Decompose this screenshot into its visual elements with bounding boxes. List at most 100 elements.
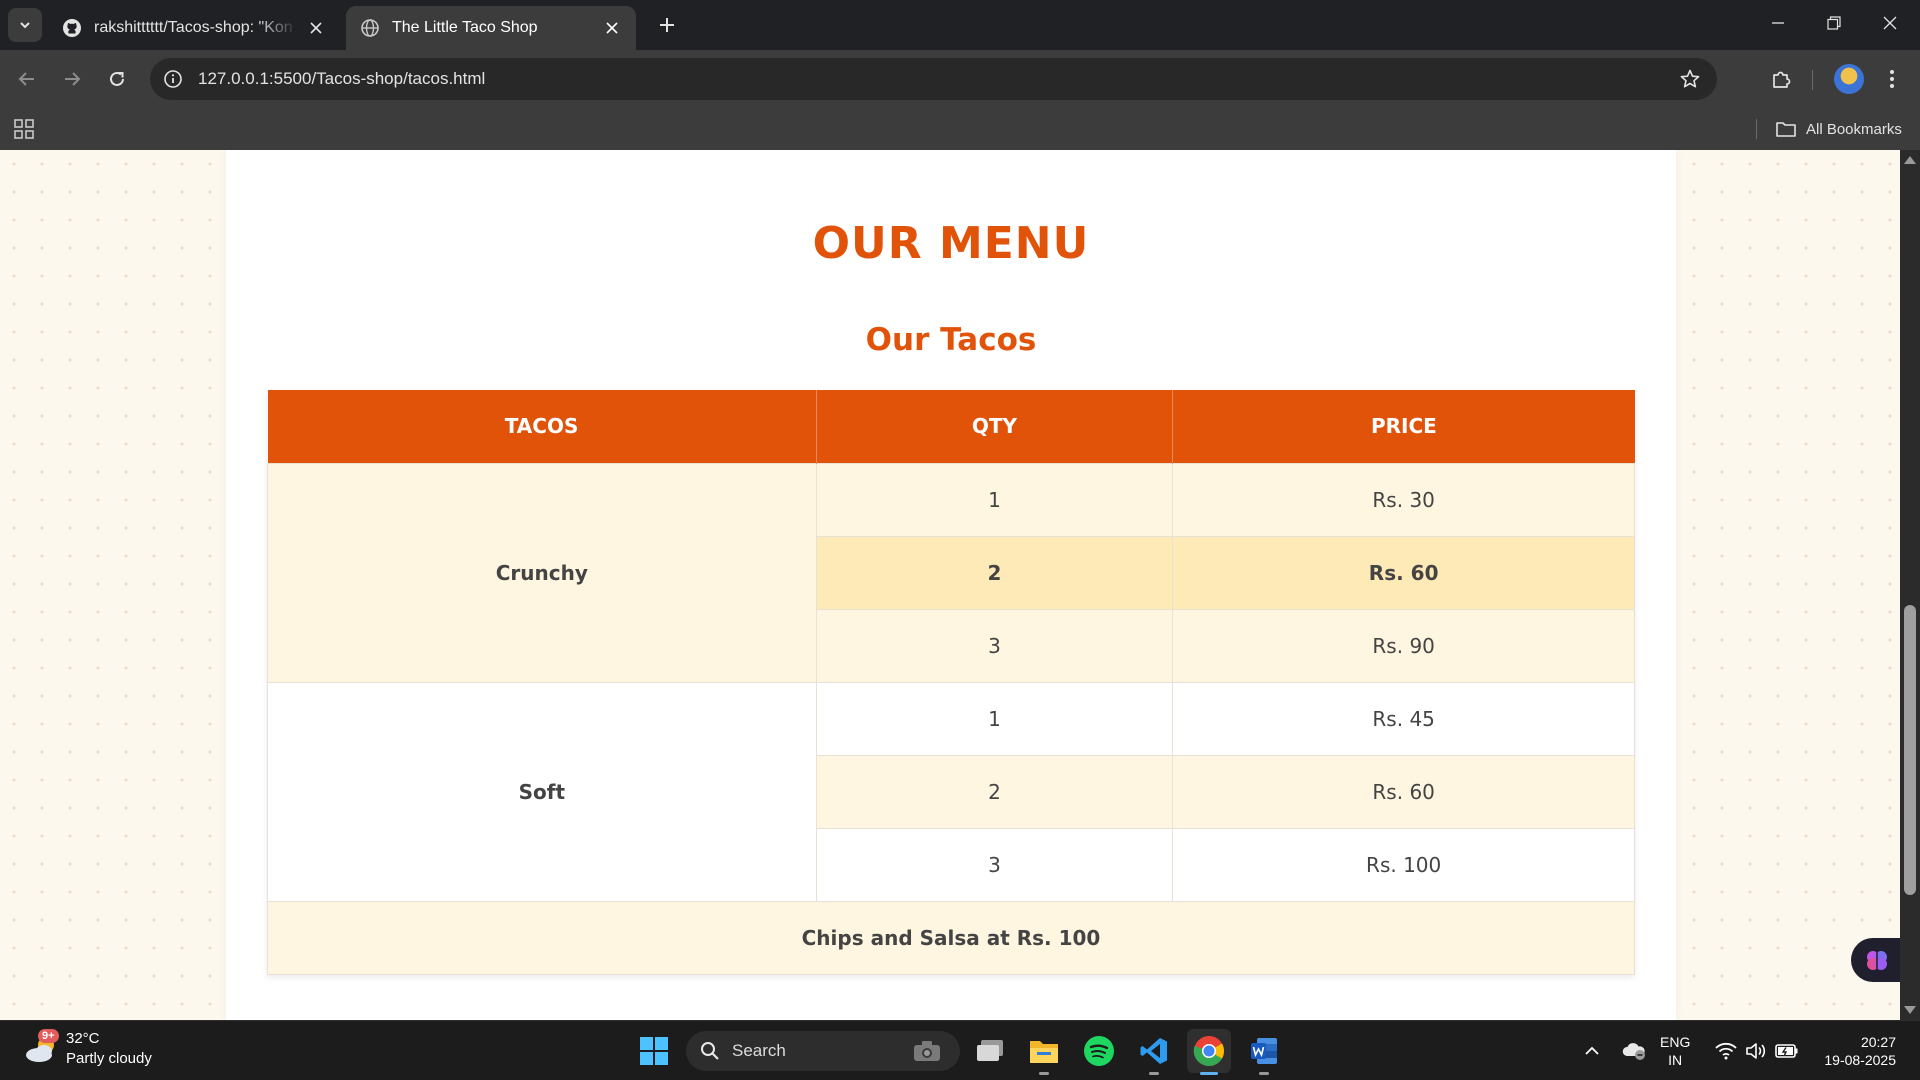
minimize-button[interactable]	[1750, 0, 1806, 46]
wifi-tray-button[interactable]	[1712, 1021, 1740, 1080]
all-bookmarks-button[interactable]: All Bookmarks	[1776, 116, 1902, 142]
back-button[interactable]	[9, 61, 45, 97]
reload-button[interactable]	[99, 61, 135, 97]
table-header-row: TACOS QTY PRICE	[267, 390, 1635, 463]
profile-avatar[interactable]	[1834, 64, 1864, 94]
table-row: Soft 1 Rs. 45	[267, 681, 1635, 902]
floating-extension-button[interactable]	[1851, 938, 1903, 982]
globe-icon	[360, 18, 380, 38]
speaker-icon	[1746, 1043, 1766, 1059]
minimize-icon	[1772, 22, 1784, 24]
partly-cloudy-icon: 9+	[22, 1029, 62, 1069]
menu-card: OUR MENU Our Tacos TACOS QTY PRICE Crunc…	[226, 150, 1676, 1020]
close-window-button[interactable]	[1862, 0, 1918, 46]
chrome-icon	[1193, 1036, 1224, 1067]
apps-grid-icon[interactable]	[12, 117, 36, 141]
windows-taskbar: 9+ 32°C Partly cloudy Search ENG IN 20:2…	[0, 1020, 1920, 1080]
forward-button[interactable]	[54, 61, 90, 97]
task-view-icon	[977, 1040, 1003, 1061]
column-header-qty: QTY	[816, 390, 1174, 463]
chevron-up-icon	[1585, 1046, 1599, 1055]
qty-cell: 2	[815, 535, 1174, 610]
tab-little-taco-shop[interactable]: The Little Taco Shop	[346, 6, 636, 50]
qty-cell: 1	[815, 681, 1174, 756]
running-indicator	[1259, 1072, 1269, 1075]
weather-widget[interactable]: 9+ 32°C Partly cloudy	[22, 1029, 152, 1069]
restore-icon	[1827, 16, 1841, 30]
running-indicator	[1039, 1072, 1049, 1075]
price-cell: Rs. 60	[1172, 754, 1635, 829]
cloud-sync-icon	[1622, 1043, 1645, 1060]
taskbar-search-box[interactable]: Search	[686, 1031, 960, 1071]
scroll-down-arrow-icon[interactable]	[1904, 1006, 1916, 1014]
clock-date: 19-08-2025	[1824, 1052, 1896, 1068]
tab-title: rakshitttttt/Tacos-shop: "Kon hai	[94, 19, 298, 36]
close-tab-icon[interactable]	[602, 18, 622, 38]
page-title: OUR MENU	[812, 218, 1090, 269]
tacos-menu-table: TACOS QTY PRICE Crunchy 1 Rs. 30 2 Rs. 6…	[267, 390, 1635, 975]
scrollbar-thumb[interactable]	[1904, 605, 1916, 895]
spotify-button[interactable]	[1077, 1029, 1121, 1073]
bookmarks-divider	[1756, 119, 1757, 139]
toolbar-divider	[1812, 70, 1813, 90]
arrow-right-icon	[65, 72, 81, 86]
new-tab-button[interactable]	[652, 10, 682, 40]
more-vert-icon	[1890, 70, 1894, 88]
task-view-button[interactable]	[968, 1029, 1012, 1073]
tab-github[interactable]: rakshitttttt/Tacos-shop: "Kon hai	[48, 6, 340, 50]
price-cell: Rs. 60	[1172, 535, 1635, 610]
bookmark-star-icon[interactable]	[1679, 68, 1701, 90]
reload-icon	[110, 71, 124, 86]
table-footer-row: Chips and Salsa at Rs. 100	[267, 900, 1635, 975]
vscode-button[interactable]	[1132, 1029, 1176, 1075]
onedrive-tray-button[interactable]	[1620, 1021, 1648, 1080]
restore-button[interactable]	[1806, 0, 1862, 46]
close-icon	[1883, 16, 1897, 30]
section-title: Our Tacos	[865, 322, 1037, 358]
tab-title: The Little Taco Shop	[392, 19, 538, 36]
page-scrollbar[interactable]	[1900, 150, 1920, 1020]
qty-cell: 1	[815, 462, 1174, 537]
column-header-tacos: TACOS	[267, 390, 817, 463]
chips-salsa-note: Chips and Salsa at Rs. 100	[267, 900, 1635, 975]
file-explorer-button[interactable]	[1022, 1029, 1066, 1075]
word-icon	[1251, 1038, 1277, 1064]
qty-cell: 2	[815, 754, 1174, 829]
close-tab-icon[interactable]	[306, 18, 326, 38]
battery-tray-button[interactable]	[1772, 1021, 1802, 1080]
page-viewport: OUR MENU Our Tacos TACOS QTY PRICE Crunc…	[0, 150, 1920, 1020]
spotify-icon	[1084, 1036, 1114, 1066]
extensions-button[interactable]	[1763, 61, 1799, 97]
github-icon	[62, 18, 82, 38]
volume-tray-button[interactable]	[1742, 1021, 1770, 1080]
running-indicator	[1200, 1072, 1218, 1075]
all-bookmarks-label: All Bookmarks	[1806, 120, 1902, 138]
price-cell: Rs. 100	[1172, 827, 1635, 902]
scroll-up-arrow-icon[interactable]	[1904, 156, 1916, 164]
battery-charging-icon	[1775, 1044, 1798, 1058]
browser-menu-button[interactable]	[1874, 61, 1910, 97]
folder-icon	[1776, 120, 1796, 138]
puzzle-icon	[1773, 71, 1791, 88]
search-highlight-camera-icon	[912, 1039, 942, 1063]
wifi-icon	[1715, 1042, 1737, 1060]
word-button[interactable]	[1242, 1029, 1286, 1075]
price-cell: Rs. 30	[1172, 462, 1635, 537]
search-icon	[700, 1040, 722, 1062]
start-button[interactable]	[632, 1029, 676, 1073]
system-clock[interactable]: 20:27 19-08-2025	[1812, 1033, 1896, 1069]
address-bar[interactable]: 127.0.0.1:5500/Tacos-shop/tacos.html	[150, 58, 1717, 100]
taco-type-cell: Crunchy	[267, 462, 817, 683]
chrome-button[interactable]	[1187, 1029, 1231, 1075]
tab-search-button[interactable]	[8, 8, 42, 42]
browser-toolbar: 127.0.0.1:5500/Tacos-shop/tacos.html	[0, 50, 1920, 108]
chevron-down-icon	[20, 22, 30, 29]
windows-logo-icon	[640, 1037, 668, 1065]
input-language-indicator[interactable]: ENG IN	[1660, 1033, 1690, 1069]
table-row: Crunchy 1 Rs. 30	[267, 462, 1635, 683]
site-info-icon[interactable]	[162, 68, 184, 90]
show-hidden-icons-button[interactable]	[1580, 1021, 1604, 1080]
url-text[interactable]: 127.0.0.1:5500/Tacos-shop/tacos.html	[198, 69, 485, 89]
brain-icon	[1867, 951, 1887, 970]
price-cell: Rs. 90	[1172, 608, 1635, 683]
